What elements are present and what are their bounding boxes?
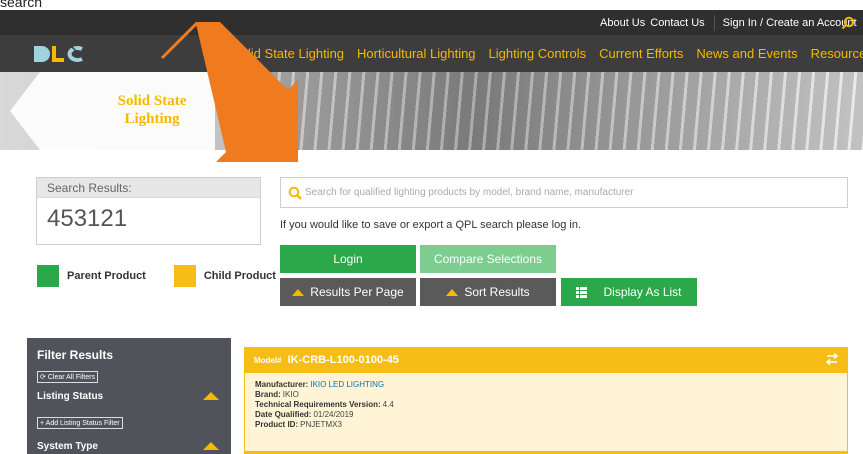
hero-banner: Solid State Lighting xyxy=(0,72,863,150)
utility-links: About Us Contact Us Sign In / Create an … xyxy=(600,10,862,35)
hero-title-line1: Solid State xyxy=(117,93,187,109)
listing-status-collapse-icon[interactable] xyxy=(203,392,219,400)
add-listing-label: + Add Listing Status Filter xyxy=(40,419,120,427)
hero-title: Solid State Lighting xyxy=(92,92,212,128)
utility-divider xyxy=(713,14,715,31)
product-model: Model# IK-CRB-L100-0100-45 xyxy=(254,354,399,366)
child-product-swatch xyxy=(173,265,196,287)
parent-product-label: Parent Product xyxy=(67,270,146,282)
about-link[interactable]: About Us xyxy=(600,17,645,29)
sort-label: Sort Results xyxy=(464,285,530,299)
system-type-heading[interactable]: System Type xyxy=(37,441,98,452)
search-input[interactable] xyxy=(305,178,845,207)
brand-row: Brand: IKIO xyxy=(255,390,299,399)
product-id-row: Product ID: PNJETMX3 xyxy=(255,420,342,429)
product-card-header: Model# IK-CRB-L100-0100-45 xyxy=(245,347,847,373)
compare-selections-button[interactable]: Compare Selections xyxy=(420,245,556,273)
nav-lighting-controls[interactable]: Lighting Controls xyxy=(489,46,587,61)
main-nav: Solid State Lighting Horticultural Light… xyxy=(0,35,863,72)
search-icon xyxy=(288,186,302,200)
caret-up-icon xyxy=(446,288,459,296)
login-note: If you would like to save or export a QP… xyxy=(280,219,582,231)
compare-swap-icon[interactable] xyxy=(825,352,839,366)
search-results-count: 453121 xyxy=(47,205,128,232)
refresh-icon: ⟳ xyxy=(40,374,46,381)
parent-product-swatch xyxy=(37,265,59,287)
caption-text: search xyxy=(0,0,43,10)
nav-news-and-events[interactable]: News and Events xyxy=(696,46,797,61)
login-button[interactable]: Login xyxy=(280,245,416,273)
clear-all-filters-button[interactable]: ⟳ Clear All Filters xyxy=(37,371,98,383)
contact-link[interactable]: Contact Us xyxy=(650,17,704,29)
nav-resources[interactable]: Resources xyxy=(811,46,863,61)
model-label: Model# xyxy=(254,356,282,365)
system-type-collapse-icon[interactable] xyxy=(203,442,219,450)
clear-filters-label: Clear All Filters xyxy=(47,373,95,381)
nav-horticultural-lighting[interactable]: Horticultural Lighting xyxy=(357,46,476,61)
search-results-label: Search Results: xyxy=(37,178,260,198)
login-button-label: Login xyxy=(333,252,363,266)
manufacturer-link[interactable]: IKIO LED LIGHTING xyxy=(310,380,384,389)
display-as-list-button[interactable]: Display As List xyxy=(561,278,697,306)
results-per-page-button[interactable]: Results Per Page xyxy=(280,278,416,306)
add-listing-status-filter-button[interactable]: + Add Listing Status Filter xyxy=(37,417,123,429)
nav-items: Solid State Lighting Horticultural Light… xyxy=(232,35,863,72)
child-product-label: Child Product xyxy=(203,270,276,282)
per-page-label: Results Per Page xyxy=(310,285,404,299)
sort-results-button[interactable]: Sort Results xyxy=(420,278,556,306)
product-card[interactable]: Model# IK-CRB-L100-0100-45 Manufacturer:… xyxy=(244,347,848,454)
dlc-logo[interactable] xyxy=(32,41,112,67)
utility-bar: About Us Contact Us Sign In / Create an … xyxy=(0,10,863,35)
hero-title-line2: Lighting xyxy=(124,111,180,127)
model-number: IK-CRB-L100-0100-45 xyxy=(287,354,399,366)
product-details: Manufacturer: IKIO LED LIGHTING Brand: IKI… xyxy=(255,380,394,430)
list-grid-icon xyxy=(576,286,588,298)
qpl-search-box[interactable] xyxy=(280,177,848,208)
page: search About Us Contact Us Sign In / Cre… xyxy=(0,0,863,454)
manufacturer-row: Manufacturer: IKIO LED LIGHTING xyxy=(255,380,385,389)
nav-current-efforts[interactable]: Current Efforts xyxy=(599,46,683,61)
display-list-label: Display As List xyxy=(603,285,682,299)
nav-solid-state-lighting[interactable]: Solid State Lighting xyxy=(232,46,344,61)
tech-version-row: Technical Requirements Version: 4.4 xyxy=(255,400,394,409)
compare-button-label: Compare Selections xyxy=(433,252,543,266)
listing-status-heading[interactable]: Listing Status xyxy=(37,391,103,402)
caret-up-icon xyxy=(292,288,305,296)
date-qualified-row: Date Qualified: 01/24/2019 xyxy=(255,410,354,419)
product-legend: Parent Product Child Product xyxy=(37,265,276,287)
hero-building-image xyxy=(250,72,863,150)
search-results-box: Search Results: 453121 xyxy=(36,177,261,245)
filter-title: Filter Results xyxy=(37,348,114,362)
header-search-icon[interactable] xyxy=(833,10,863,35)
